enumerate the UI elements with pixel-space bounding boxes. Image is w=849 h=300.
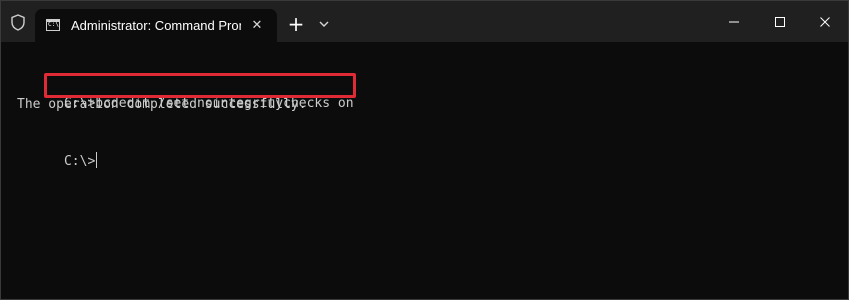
minimize-icon <box>729 21 739 22</box>
cmd-icon-glyph: C:\ <box>48 21 59 28</box>
tab-title: Administrator: Command Prompt <box>71 18 241 33</box>
close-window-button[interactable] <box>802 1 848 42</box>
terminal-tab[interactable]: C:\ Administrator: Command Prompt ✕ <box>35 9 277 42</box>
chevron-down-icon[interactable] <box>314 14 334 34</box>
title-bar[interactable]: C:\ Administrator: Command Prompt ✕ + <box>1 1 848 42</box>
maximize-icon <box>775 16 785 27</box>
text-cursor <box>96 152 98 168</box>
prompt: C:\> <box>63 154 96 169</box>
command-highlight-box <box>44 73 356 98</box>
shield-icon <box>11 14 25 31</box>
console-area[interactable]: C:\>bcdedit /set nointegritychecks on Th… <box>1 42 848 299</box>
command-output: The operation completed successfully. <box>17 97 307 112</box>
close-tab-icon[interactable]: ✕ <box>249 18 265 34</box>
minimize-button[interactable] <box>711 1 757 42</box>
new-tab-button[interactable]: + <box>284 12 308 36</box>
maximize-button[interactable] <box>757 1 803 42</box>
terminal-window: C:\ Administrator: Command Prompt ✕ + <box>0 0 849 300</box>
close-icon <box>820 16 830 27</box>
active-prompt-line[interactable]: C:\> <box>17 134 98 169</box>
cmd-icon: C:\ <box>46 19 60 31</box>
